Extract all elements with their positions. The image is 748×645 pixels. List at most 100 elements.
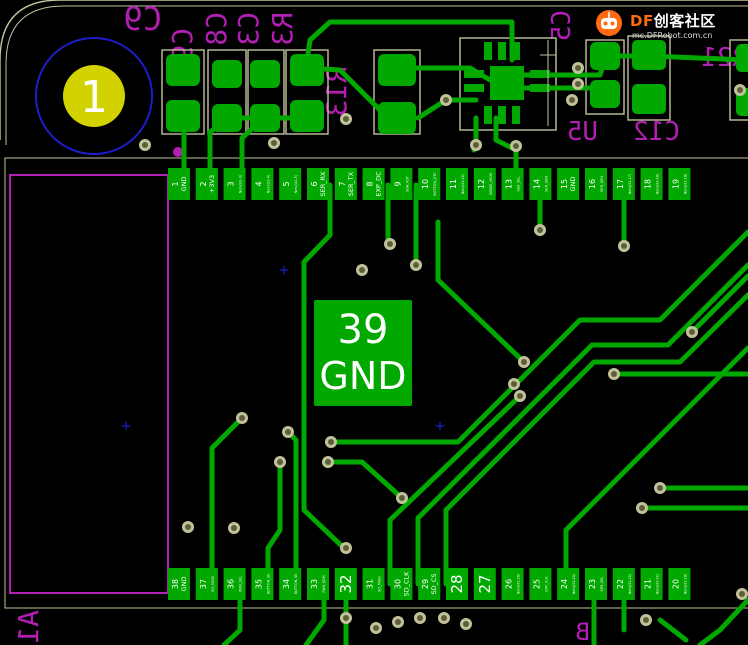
u5-pin[interactable] <box>498 106 506 124</box>
module-pin-net: Net-(U1-5) <box>294 174 298 193</box>
pad-39-net: GND <box>319 354 406 398</box>
module-pin-label: 19 <box>671 179 680 189</box>
via-drill <box>231 525 237 531</box>
module-pin-label: 2 <box>199 181 208 186</box>
u5-pin[interactable] <box>512 42 520 60</box>
pad-c5-1[interactable] <box>590 42 620 70</box>
module-pin-net: RUN_SEL <box>239 576 243 592</box>
u5-pin[interactable] <box>498 42 506 60</box>
module-pin-label: 10 <box>421 179 430 189</box>
pad-c12-1[interactable] <box>736 44 748 72</box>
via-drill <box>239 415 245 421</box>
ref-b: B <box>576 618 590 645</box>
module-pin-net: GND <box>569 177 577 192</box>
watermark-brand-cn: 创客社区 <box>653 12 716 30</box>
pad-c3-1[interactable] <box>250 60 280 88</box>
u5-pin[interactable] <box>530 70 550 78</box>
pad-c8-1[interactable] <box>212 60 242 88</box>
ref-c8: C8 <box>200 12 233 46</box>
module-pin-net: SER_RX <box>319 171 327 197</box>
module-pin-net: BUTTON_OTC <box>433 172 437 196</box>
pad-r3-2[interactable] <box>290 100 324 132</box>
pad-c9-2[interactable] <box>166 100 200 132</box>
module-pin-label: 23 <box>588 579 597 589</box>
module-pin-net: GND <box>180 577 188 592</box>
pcb-editor-canvas[interactable]: 1 C9 C9 C8 C3 R3 R13 C5 U5 C12 R21 A1 B <box>0 0 748 645</box>
module-pin-label: 12 <box>477 179 486 189</box>
u5-pin[interactable] <box>484 42 492 60</box>
module-pin-net: Net-(U1-20) <box>683 573 687 594</box>
anchor-cross <box>122 422 130 430</box>
module-pin-label: 27 <box>476 574 494 593</box>
trace <box>209 415 245 587</box>
pad-r3-1[interactable] <box>290 54 324 86</box>
module-silkscreen-outline <box>9 174 169 594</box>
module-pin-label: 22 <box>616 579 625 589</box>
module-pin-label: 25 <box>532 579 541 589</box>
module-pin-net: Net-(U1-22) <box>628 573 632 594</box>
module-pin-net: Net-(U1-3) <box>239 174 243 193</box>
module-pin-net: SER_TX <box>347 171 355 196</box>
pcb-layout-view[interactable]: 1 C9 C9 C8 C3 R3 R13 C5 U5 C12 R21 A1 B <box>0 0 748 645</box>
trace <box>697 597 748 645</box>
dfrobot-watermark: DF创客社区 mc.DFRobot.com.cn <box>592 6 742 44</box>
pad-r13-1[interactable] <box>378 54 416 86</box>
module-pin-label: 15 <box>560 179 569 189</box>
via-drill <box>611 371 617 377</box>
via-drill <box>395 619 401 625</box>
pad-r21-1[interactable] <box>632 40 666 70</box>
module-pin-label: 6 <box>310 181 319 186</box>
module-pin-net: SER_SEN <box>600 176 604 192</box>
via-drill <box>621 243 627 249</box>
module-pin-label: 33 <box>310 579 319 589</box>
via-drill <box>511 381 517 387</box>
ref-c12: C12 <box>633 117 680 147</box>
module-pin-net: SENSE_MOSI <box>489 173 493 195</box>
u5-thermal-pad[interactable] <box>490 66 524 100</box>
module-pin-label: 38 <box>171 579 180 589</box>
via-drill <box>277 459 283 465</box>
via-drill <box>689 329 695 335</box>
module-pin-label: 13 <box>505 179 514 189</box>
via-drill <box>643 617 649 623</box>
u5-pin[interactable] <box>484 106 492 124</box>
module-pin-net: SER_SEN <box>544 176 548 192</box>
pad-c5-2[interactable] <box>590 80 620 108</box>
ref-a1: A1 <box>12 610 45 644</box>
pad-c9-1[interactable] <box>166 54 200 86</box>
module-pin-net: RUN_SOM <box>322 575 326 592</box>
module-pin-net: EXP_DC <box>375 171 383 197</box>
via-drill <box>521 359 527 365</box>
trace <box>387 393 523 587</box>
u5-pin[interactable] <box>530 84 550 92</box>
pad-c3-2[interactable] <box>250 104 280 132</box>
ref-r13: R13 <box>320 66 353 117</box>
module-pin-net: SER_SEL <box>600 576 604 591</box>
pad-r13-2[interactable] <box>378 102 416 134</box>
via-drill <box>271 140 277 146</box>
module-pin-label: 1 <box>171 181 180 186</box>
module-pin-net: SD_MOSI <box>211 576 215 592</box>
anchor-cross <box>436 422 444 430</box>
u5-pin[interactable] <box>464 84 484 92</box>
module-pin-net: Net-(U1-24) <box>572 573 576 594</box>
module-pin-label: 5 <box>282 181 291 186</box>
module-pin-net: GND <box>180 177 188 192</box>
via-drill <box>142 142 148 148</box>
module-pin-net: Net-(U1-19) <box>683 173 687 194</box>
via-drill <box>739 591 745 597</box>
pad-r21-2[interactable] <box>632 84 666 114</box>
module-pin-label: 11 <box>449 179 458 189</box>
u5-pin[interactable] <box>464 70 484 78</box>
via-drill <box>373 625 379 631</box>
pad-c8-2[interactable] <box>212 104 242 132</box>
module-pin-label: 9 <box>393 181 402 186</box>
module-pin-label: 7 <box>338 181 347 186</box>
u5-pin[interactable] <box>512 106 520 124</box>
via-drill <box>441 615 447 621</box>
module-pin-net: BUTTON_SE <box>294 574 298 595</box>
via-drill <box>185 524 191 530</box>
module-pin-net: SD_CS <box>430 573 438 594</box>
ref-c9: C9 <box>123 0 162 38</box>
via-drill <box>325 459 331 465</box>
